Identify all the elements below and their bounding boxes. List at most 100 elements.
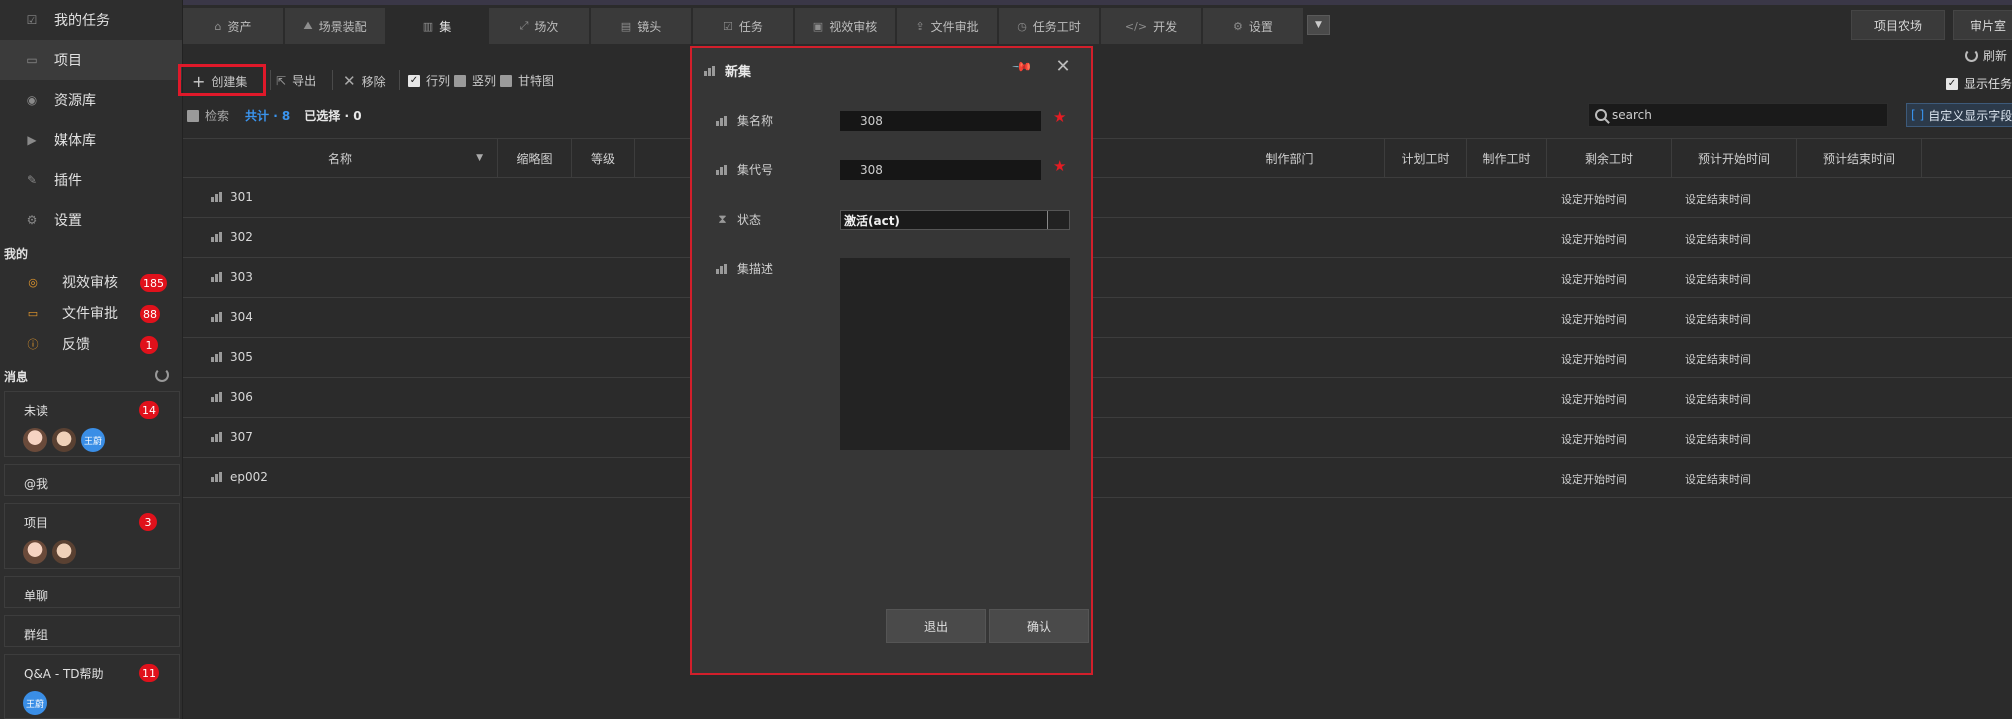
row-view-toggle[interactable]: ✓ 行列	[408, 72, 450, 89]
tab-vfx-review[interactable]: ▣ 视效审核	[795, 8, 895, 44]
sidebar-item-project[interactable]: ▭ 项目	[0, 40, 182, 80]
sidebar-item-my-tasks[interactable]: ☑ 我的任务	[0, 0, 182, 40]
set-start-time-link[interactable]: 设定开始时间	[1561, 311, 1627, 327]
message-group-project[interactable]: 项目 3	[4, 503, 180, 569]
table-row[interactable]: 307 设定开始时间 设定结束时间	[183, 418, 2012, 458]
message-group-mentions[interactable]: @我	[4, 464, 180, 496]
table-row[interactable]: 305 设定开始时间 设定结束时间	[183, 338, 2012, 378]
set-start-time-link[interactable]: 设定开始时间	[1561, 391, 1627, 407]
column-header-work-hours[interactable]: 制作工时	[1467, 139, 1547, 177]
refresh-button[interactable]: 刷新	[1965, 47, 2007, 64]
avatar[interactable]	[23, 540, 47, 564]
row-name-cell[interactable]: 307	[211, 430, 253, 444]
row-name-cell[interactable]: 303	[211, 270, 253, 284]
export-button[interactable]: ⇱ 导出	[276, 72, 316, 89]
custom-fields-button[interactable]: [ ] 自定义显示字段	[1906, 103, 2012, 127]
sidebar-item-media[interactable]: ▶ 媒体库	[0, 120, 182, 160]
tab-task-hours[interactable]: ◷ 任务工时	[999, 8, 1099, 44]
row-name-cell[interactable]: 306	[211, 390, 253, 404]
set-end-time-link[interactable]: 设定结束时间	[1685, 391, 1751, 407]
tab-sequences[interactable]: ⤢ 场次	[489, 8, 589, 44]
close-icon[interactable]: ✕	[1054, 56, 1072, 77]
table-row[interactable]: 303 设定开始时间 设定结束时间	[183, 258, 2012, 298]
avatar[interactable]	[23, 428, 47, 452]
column-header-remaining-hours[interactable]: 剩余工时	[1547, 139, 1672, 177]
set-end-time-link[interactable]: 设定结束时间	[1685, 231, 1751, 247]
status-select[interactable]: 激活(act)	[840, 210, 1070, 230]
tab-settings[interactable]: ⚙ 设置	[1203, 8, 1303, 44]
sidebar-item-settings[interactable]: ⚙ 设置	[0, 200, 182, 240]
episode-code-input[interactable]: 308	[840, 160, 1041, 180]
remove-button[interactable]: ✕ 移除	[343, 72, 386, 90]
tab-develop[interactable]: </> 开发	[1101, 8, 1201, 44]
set-end-time-link[interactable]: 设定结束时间	[1685, 431, 1751, 447]
avatar[interactable]	[52, 540, 76, 564]
table-row[interactable]: 306 设定开始时间 设定结束时间	[183, 378, 2012, 418]
message-group-groups[interactable]: 群组	[4, 615, 180, 647]
message-group-qa[interactable]: Q&A - TD帮助 11 王蔚	[4, 654, 180, 719]
table-row[interactable]: 301 设定开始时间 设定结束时间	[183, 178, 2012, 218]
column-header-description[interactable]: 描述	[1922, 139, 2012, 177]
tab-scene-assembly[interactable]: ⛰ 场景装配	[285, 8, 385, 44]
table-row[interactable]: ep002 设定开始时间 设定结束时间	[183, 458, 2012, 498]
tab-shots[interactable]: ▤ 镜头	[591, 8, 691, 44]
message-group-unread[interactable]: 未读 14 王蔚	[4, 391, 180, 457]
table-row[interactable]: 304 设定开始时间 设定结束时间	[183, 298, 2012, 338]
refresh-icon[interactable]	[155, 368, 169, 382]
set-start-time-link[interactable]: 设定开始时间	[1561, 191, 1627, 207]
column-header-department[interactable]: 制作部门	[1195, 139, 1385, 177]
chevron-down-icon[interactable]: ▼	[1307, 15, 1330, 35]
avatar[interactable]: 王蔚	[81, 428, 105, 452]
create-episode-button[interactable]: + 创建集	[192, 72, 247, 91]
set-start-time-link[interactable]: 设定开始时间	[1561, 271, 1627, 287]
avatar[interactable]	[52, 428, 76, 452]
sidebar-item-plugin[interactable]: ✎ 插件	[0, 160, 182, 200]
review-room-button[interactable]: 审片室	[1953, 10, 2012, 40]
column-view-toggle[interactable]: 竖列	[454, 72, 496, 89]
show-tasks-toggle[interactable]: ✓ 显示任务	[1946, 75, 2012, 92]
set-start-time-link[interactable]: 设定开始时间	[1561, 351, 1627, 367]
column-header-planned-hours[interactable]: 计划工时	[1385, 139, 1467, 177]
gantt-toggle[interactable]: 甘特图	[500, 72, 554, 89]
row-name-cell[interactable]: 301	[211, 190, 253, 204]
row-name-cell[interactable]: ep002	[211, 470, 268, 484]
sidebar-item-resource[interactable]: ◉ 资源库	[0, 80, 182, 120]
tab-assets[interactable]: ⌂ 资产	[183, 8, 283, 44]
row-name-cell[interactable]: 305	[211, 350, 253, 364]
search-input[interactable]	[1612, 108, 1872, 122]
tab-tasks[interactable]: ☑ 任务	[693, 8, 793, 44]
cancel-button[interactable]: 退出	[886, 609, 986, 643]
search-toggle-label[interactable]: 检索	[205, 107, 229, 124]
set-end-time-link[interactable]: 设定结束时间	[1685, 311, 1751, 327]
dropdown-caret[interactable]	[1047, 211, 1069, 229]
episode-name-input[interactable]: 308	[840, 111, 1041, 131]
row-name-cell[interactable]: 304	[211, 310, 253, 324]
column-header-end[interactable]: 预计结束时间	[1797, 139, 1922, 177]
set-start-time-link[interactable]: 设定开始时间	[1561, 431, 1627, 447]
my-item-feedback[interactable]: ⓘ 反馈 1	[0, 328, 183, 360]
set-end-time-link[interactable]: 设定结束时间	[1685, 191, 1751, 207]
confirm-button[interactable]: 确认	[989, 609, 1089, 643]
message-group-direct[interactable]: 单聊	[4, 576, 180, 608]
column-header-level[interactable]: 等级	[572, 139, 635, 177]
set-end-time-link[interactable]: 设定结束时间	[1685, 471, 1751, 487]
row-name-cell[interactable]: 302	[211, 230, 253, 244]
tab-episodes[interactable]: ▥ 集	[387, 8, 487, 44]
search-toggle-checkbox[interactable]	[187, 109, 199, 122]
pin-icon[interactable]: 📌	[1011, 56, 1034, 79]
episode-description-textarea[interactable]	[840, 258, 1070, 450]
project-farm-button[interactable]: 项目农场	[1851, 10, 1945, 40]
set-end-time-link[interactable]: 设定结束时间	[1685, 351, 1751, 367]
my-item-file-approval[interactable]: ▭ 文件审批 88	[0, 297, 183, 329]
set-start-time-link[interactable]: 设定开始时间	[1561, 231, 1627, 247]
column-header-name[interactable]: 名称 ▼	[183, 139, 498, 177]
tab-file-approval[interactable]: ⇪ 文件审批	[897, 8, 997, 44]
set-end-time-link[interactable]: 设定结束时间	[1685, 271, 1751, 287]
avatar[interactable]: 王蔚	[23, 691, 47, 715]
column-header-thumbnail[interactable]: 缩略图	[498, 139, 572, 177]
table-row[interactable]: 302 设定开始时间 设定结束时间	[183, 218, 2012, 258]
column-header-start[interactable]: 预计开始时间	[1672, 139, 1797, 177]
sort-down-icon[interactable]: ▼	[476, 153, 483, 163]
my-item-vfx-review[interactable]: ◎ 视效审核 185	[0, 266, 183, 298]
set-start-time-link[interactable]: 设定开始时间	[1561, 471, 1627, 487]
